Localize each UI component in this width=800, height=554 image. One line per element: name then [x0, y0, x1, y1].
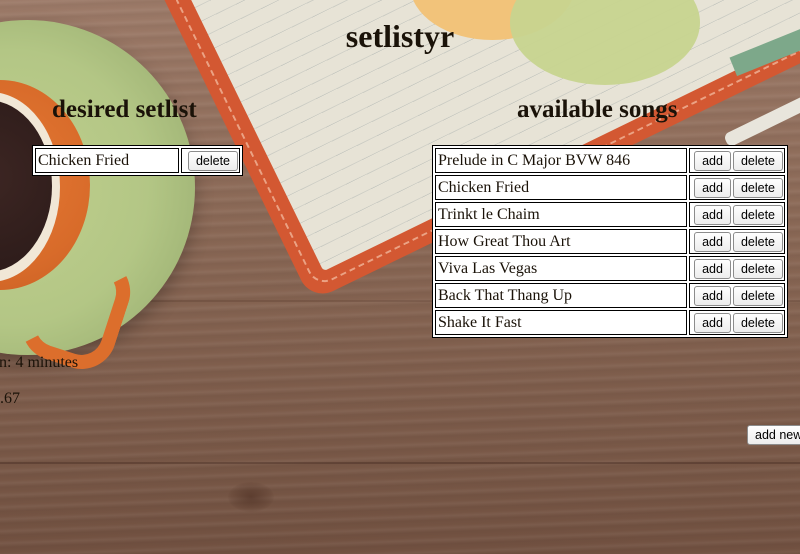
desired-setlist-table: Chicken Fried delete [32, 145, 243, 176]
add-new-song-button[interactable]: add new [747, 425, 800, 445]
add-song-button[interactable]: add [694, 150, 731, 171]
song-title: Back That Thang Up [435, 283, 688, 308]
song-actions: add delete [689, 148, 785, 173]
add-song-button[interactable]: add [694, 204, 731, 225]
song-row: Chicken Fried delete [35, 148, 240, 173]
song-actions: add delete [689, 283, 785, 308]
song-row: Viva Las Vegas add delete [435, 256, 785, 281]
delete-song-button[interactable]: delete [732, 150, 783, 171]
song-row: Shake It Fast add delete [435, 310, 785, 335]
delete-song-button[interactable]: delete [732, 258, 783, 279]
song-row: Chicken Fried add delete [435, 175, 785, 200]
song-title: Trinkt le Chaim [435, 202, 688, 227]
song-row: How Great Thou Art add delete [435, 229, 785, 254]
wood-knot [228, 482, 274, 512]
song-row: Trinkt le Chaim add delete [435, 202, 785, 227]
add-song-button[interactable]: add [694, 231, 731, 252]
add-song-button[interactable]: add [694, 285, 731, 306]
available-songs-heading: available songs [517, 96, 678, 123]
song-title: Prelude in C Major BVW 846 [435, 148, 688, 173]
song-actions: add delete [689, 229, 785, 254]
song-actions: add delete [689, 310, 785, 335]
desired-setlist-heading: desired setlist [52, 96, 197, 123]
delete-song-button[interactable]: delete [732, 231, 783, 252]
delete-song-button[interactable]: delete [732, 204, 783, 225]
delete-song-button[interactable]: delete [187, 150, 238, 171]
song-title: Chicken Fried [35, 148, 179, 173]
available-songs-table: Prelude in C Major BVW 846 add delete Chick… [432, 145, 788, 338]
song-title: Chicken Fried [435, 175, 688, 200]
song-actions: delete [181, 148, 240, 173]
delete-song-button[interactable]: delete [732, 177, 783, 198]
song-title: Shake It Fast [435, 310, 688, 335]
delete-song-button[interactable]: delete [732, 285, 783, 306]
song-actions: add delete [689, 175, 785, 200]
song-actions: add delete [689, 256, 785, 281]
song-row: Back That Thang Up add delete [435, 283, 785, 308]
setlist-stat-value: .67 [0, 390, 20, 407]
song-title: Viva Las Vegas [435, 256, 688, 281]
add-song-button[interactable]: add [694, 177, 731, 198]
song-row: Prelude in C Major BVW 846 add delete [435, 148, 785, 173]
delete-song-button[interactable]: delete [732, 312, 783, 333]
setlist-duration-text: n: 4 minutes [0, 354, 79, 371]
add-song-button[interactable]: add [694, 312, 731, 333]
wood-seam [0, 462, 800, 464]
add-song-button[interactable]: add [694, 258, 731, 279]
app-title: setlistyr [345, 18, 455, 54]
song-title: How Great Thou Art [435, 229, 688, 254]
song-actions: add delete [689, 202, 785, 227]
